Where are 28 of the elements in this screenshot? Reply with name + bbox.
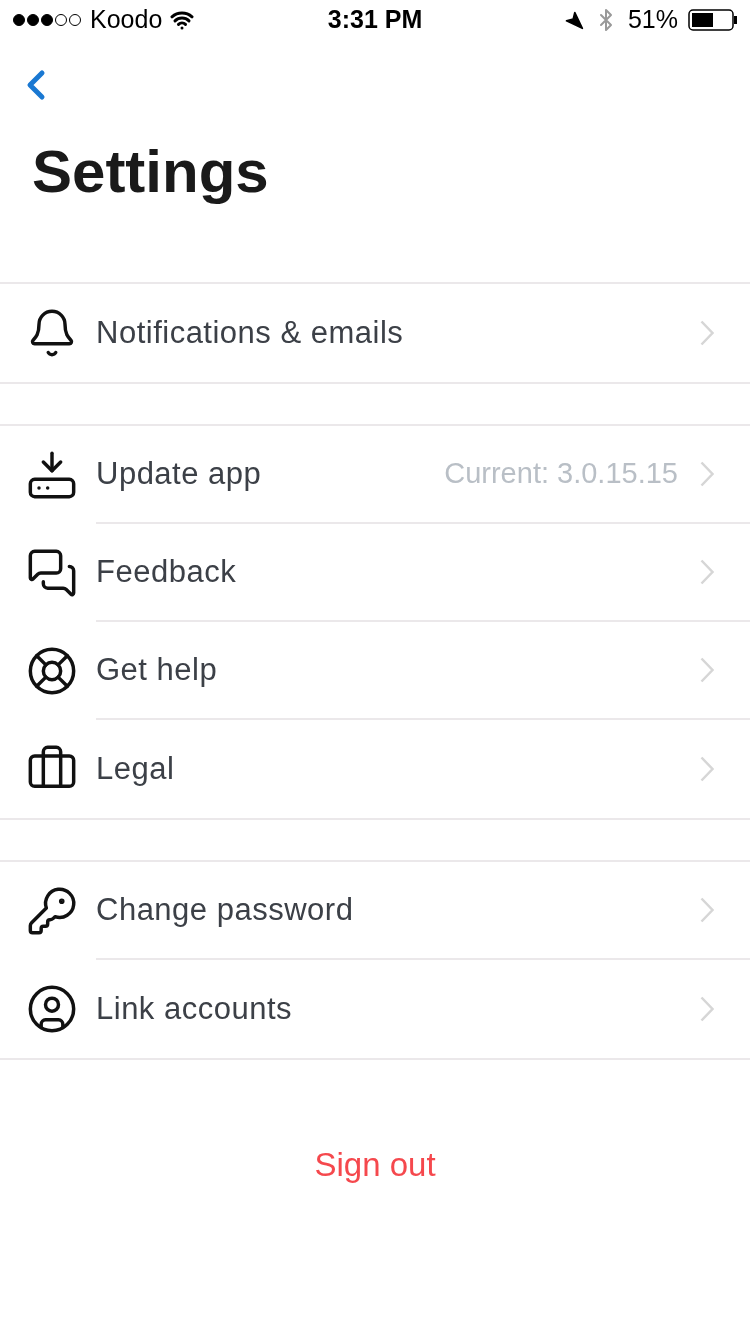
carrier-text: Koodo: [90, 4, 163, 36]
key-icon: [26, 885, 78, 937]
row-label: Legal: [96, 749, 175, 788]
chevron-icon: [700, 320, 714, 346]
row-label: Link accounts: [96, 989, 293, 1028]
location-icon: [563, 10, 584, 30]
page-title: Settings: [31, 142, 269, 207]
chevron-icon: [700, 996, 714, 1022]
chevron-icon: [700, 461, 714, 487]
chevron-icon: [700, 559, 714, 585]
row-label: Change password: [96, 890, 354, 929]
chevron-icon: [700, 756, 714, 782]
chat-bubbles-icon: [26, 547, 78, 599]
row-label: Update app: [96, 454, 262, 493]
chevron-icon: [700, 657, 714, 683]
battery-icon: [688, 9, 738, 31]
row-label: Feedback: [96, 552, 237, 591]
battery-text: 51%: [627, 4, 678, 36]
status-time: 3:31 PM: [327, 4, 423, 36]
user-circle-icon: [26, 983, 78, 1035]
download-icon: [26, 449, 78, 501]
signal-icon: [12, 13, 82, 27]
chevron-icon: [700, 897, 714, 923]
lifebuoy-icon: [26, 645, 78, 697]
row-label: Get help: [96, 650, 218, 689]
row-label: Notifications & emails: [96, 313, 404, 352]
version-text: Current: 3.0.15.15: [444, 456, 678, 492]
sign-out-button[interactable]: Sign out: [310, 1140, 440, 1190]
